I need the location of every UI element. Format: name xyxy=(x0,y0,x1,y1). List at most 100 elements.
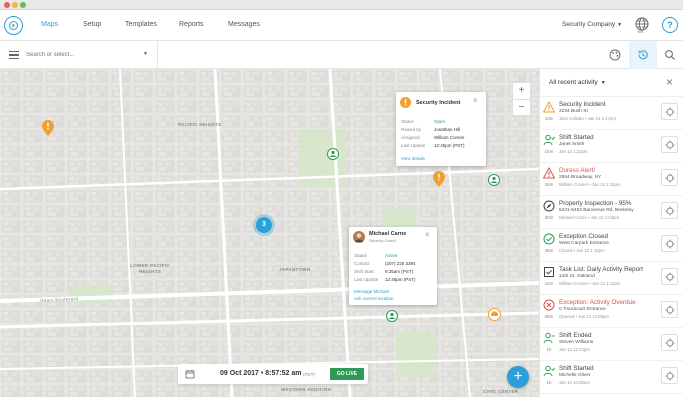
vehicle-pin-icon[interactable] xyxy=(488,308,501,321)
nav-messages[interactable]: Messages xyxy=(228,21,260,28)
close-panel-button[interactable]: × xyxy=(666,75,673,89)
maximize-window-button[interactable] xyxy=(20,2,26,8)
activity-subtitle: 2234 Bush St xyxy=(559,109,588,114)
activity-title: Exception: Activity Overdue xyxy=(559,299,636,306)
activity-meta: Closed • Jan 12 1:18pm xyxy=(559,248,605,253)
activity-item[interactable]: 25m Duress Alert! 2554 Broadway, NY William… xyxy=(540,164,683,196)
activity-title: Shift Started xyxy=(559,365,594,372)
activity-item[interactable]: 30m Property Inspection - 95% 5431-6453 Ba… xyxy=(540,197,683,229)
activity-title: Task List: Daily Activity Report xyxy=(559,266,643,273)
activity-subtitle: Michelle Oliver xyxy=(559,373,591,378)
incident-pin-icon[interactable] xyxy=(433,171,445,187)
contact-label: Contact xyxy=(354,261,370,266)
map-view[interactable]: PACIFIC HEIGHTS LOWER PACIFIC HEIGHTS JA… xyxy=(0,69,539,397)
activity-item[interactable]: 1h Shift Ended Steven Williams Jan 12 12:43… xyxy=(540,329,683,361)
status-label: Status xyxy=(354,253,367,258)
activity-time-ago: 42m xyxy=(544,281,554,286)
status-label: Status xyxy=(401,119,414,124)
activity-item[interactable]: 10m Security Incident 2234 Bush St Jack Col… xyxy=(540,98,683,130)
activity-item[interactable]: 48m Exception: Activity Overdue C Foodcour… xyxy=(540,296,683,328)
updated-value: 12:46pm (PST) xyxy=(385,277,416,282)
search-input[interactable] xyxy=(26,47,154,63)
cluster-marker[interactable]: 3 xyxy=(256,217,272,233)
map-style-button[interactable] xyxy=(601,41,629,69)
language-button[interactable]: EN xyxy=(634,17,650,34)
ask-location-link[interactable]: Ask current location xyxy=(354,296,394,301)
close-window-button[interactable] xyxy=(4,2,10,8)
park-area xyxy=(396,331,436,377)
locate-on-map-button[interactable] xyxy=(661,235,678,252)
activity-item[interactable]: 15m Shift Started Janet Smith Jan 12 1:32pm xyxy=(540,131,683,163)
assigned-value: William Conner xyxy=(434,135,465,140)
shift-value: 9:35am (PST) xyxy=(385,269,414,274)
calendar-icon[interactable] xyxy=(185,369,195,379)
locate-on-map-button[interactable] xyxy=(661,367,678,384)
menu-icon[interactable] xyxy=(9,51,19,59)
activity-meta: Jan 12 1:32pm xyxy=(559,149,588,154)
timezone-label: (PDT) xyxy=(303,372,315,377)
crosshair-icon xyxy=(665,173,674,182)
add-button[interactable]: + xyxy=(507,366,529,388)
view-details-link[interactable]: View details xyxy=(401,156,425,161)
activity-item[interactable]: 1h Shift Started Michelle Oliver Jan 12 10:… xyxy=(540,362,683,394)
crosshair-icon xyxy=(665,107,674,116)
locate-on-map-button[interactable] xyxy=(661,202,678,219)
go-live-button[interactable]: GO LIVE xyxy=(330,368,364,380)
map-toolbar: ▼ xyxy=(0,41,683,69)
activity-item[interactable]: 36m Exception Closed West Carpark Entrance… xyxy=(540,230,683,262)
close-icon[interactable]: × xyxy=(425,230,430,239)
nav-reports[interactable]: Reports xyxy=(179,21,204,28)
history-icon xyxy=(638,50,648,60)
activity-filter-label: All recent activity xyxy=(549,79,598,86)
x-circle-icon xyxy=(543,299,555,311)
activity-title: Security Incident xyxy=(559,101,606,108)
search-icon xyxy=(665,50,675,60)
map-label-japantown: JAPANTOWN xyxy=(279,267,311,272)
activity-meta: Michael Carne • Jan 12 1:23pm xyxy=(559,215,620,220)
locate-on-map-button[interactable] xyxy=(661,334,678,351)
company-selector[interactable]: Security Company ▼ xyxy=(562,21,622,28)
locate-on-map-button[interactable] xyxy=(661,301,678,318)
raised-value: Jonathan Hill xyxy=(434,127,461,132)
activity-time-ago: 36m xyxy=(544,248,554,253)
contact-value: (207) 225 3394 xyxy=(385,261,416,266)
nav-setup[interactable]: Setup xyxy=(83,21,101,28)
activity-subtitle: 12th St. Oakland xyxy=(559,274,595,279)
chevron-down-icon[interactable]: ▼ xyxy=(143,51,148,57)
close-icon[interactable]: × xyxy=(473,96,478,105)
guard-pin-icon[interactable] xyxy=(327,148,339,160)
minimize-window-button[interactable] xyxy=(12,2,18,8)
guard-pin-icon[interactable] xyxy=(488,174,500,186)
avatar xyxy=(353,231,365,243)
history-button[interactable] xyxy=(629,41,657,69)
message-guard-link[interactable]: Message Michael xyxy=(354,289,389,294)
guard-pin-icon[interactable] xyxy=(386,310,398,322)
person-check-icon xyxy=(543,134,555,146)
locate-on-map-button[interactable] xyxy=(661,169,678,186)
activity-time-ago: 48m xyxy=(544,314,554,319)
crosshair-icon xyxy=(665,338,674,347)
nav-templates[interactable]: Templates xyxy=(125,21,157,28)
map-label-lower-pacific-heights: LOWER PACIFIC HEIGHTS xyxy=(130,263,170,274)
zoom-out-button[interactable]: − xyxy=(512,99,531,116)
nav-maps[interactable]: Maps xyxy=(41,21,58,28)
activity-item[interactable]: 42m Task List: Daily Activity Report 12th … xyxy=(540,263,683,295)
updated-value: 12:45pm (PST) xyxy=(434,143,465,148)
crosshair-icon xyxy=(665,272,674,281)
activity-title: Shift Started xyxy=(559,134,594,141)
locate-on-map-button[interactable] xyxy=(661,268,678,285)
help-button[interactable]: ? xyxy=(662,17,678,33)
current-datetime[interactable]: 09 Oct 2017 • 8:57:52 am xyxy=(220,370,301,377)
activity-time-ago: 1h xyxy=(546,380,552,385)
activity-subtitle: Janet Smith xyxy=(559,142,585,147)
search-button[interactable] xyxy=(656,41,683,69)
activity-filter-dropdown[interactable]: All recent activity ▼ xyxy=(549,79,606,86)
locate-on-map-button[interactable] xyxy=(661,103,678,120)
chevron-down-icon: ▼ xyxy=(600,80,606,86)
activity-time-ago: 30m xyxy=(544,215,554,220)
crosshair-icon xyxy=(665,371,674,380)
activity-time-ago: 15m xyxy=(544,149,554,154)
locate-on-map-button[interactable] xyxy=(661,136,678,153)
app-logo[interactable] xyxy=(4,16,23,35)
incident-pin-icon[interactable] xyxy=(42,120,54,136)
